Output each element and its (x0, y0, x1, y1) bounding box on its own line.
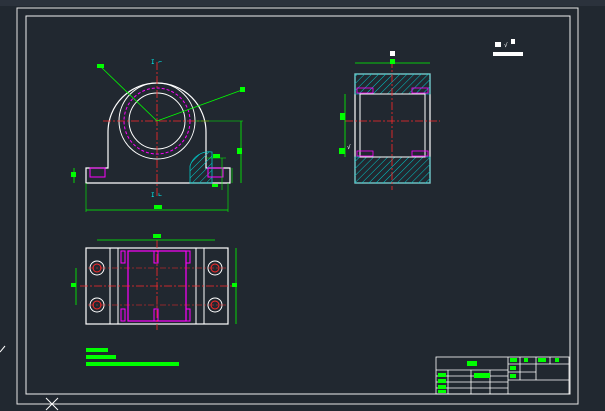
front-view: I ⌐ I ∟ (71, 59, 245, 212)
notes-line-1 (86, 348, 108, 352)
dim-value-slot2 (212, 184, 218, 187)
leader-line-right (156, 89, 243, 122)
screw-bot-3 (185, 308, 191, 322)
top-view (71, 234, 237, 330)
title-block-frame (435, 356, 570, 395)
side-mark-top (390, 51, 395, 56)
title-block-cell-6 (510, 374, 516, 378)
title-block-cell-5 (510, 366, 516, 370)
notes-line-3 (86, 362, 179, 366)
side-section-view: √ (339, 51, 440, 190)
title-block-cell-3 (538, 358, 546, 362)
front-hatch-section (189, 151, 213, 184)
dim-value-height (237, 148, 242, 154)
title-block-row-1 (438, 373, 446, 377)
leader-tag-right (240, 87, 245, 92)
leader-tag-left (97, 64, 104, 68)
title-block-row-2 (438, 379, 446, 383)
title-block-drawing-name (467, 361, 477, 366)
dim-value-slot (213, 154, 220, 158)
roughness-note-symbol: √ (504, 42, 508, 49)
title-block-material (474, 373, 490, 378)
side-dim-value-left (340, 113, 345, 120)
title-block-cell-4 (555, 358, 559, 362)
top-toolbar-strip (0, 0, 605, 6)
side-dim-value-top (390, 59, 395, 64)
roughness-underline (493, 52, 523, 56)
dim-value-width (154, 205, 162, 209)
left-bolt-pocket (89, 167, 106, 178)
section-mark-top: I ⌐ (151, 59, 162, 66)
side-bearing-bot-right (411, 150, 429, 157)
title-block-row-4 (438, 390, 446, 393)
side-bearing-bot-left (356, 150, 374, 157)
cad-drawing-canvas[interactable]: I ⌐ I ∟ √ √ (0, 0, 605, 411)
screw-bot-1 (120, 308, 126, 322)
roughness-note: √ (493, 39, 523, 56)
side-hatch-bottom (354, 156, 431, 184)
side-dim-value-left2 (339, 148, 345, 154)
sheet-inner-frame (25, 15, 571, 395)
technical-notes (86, 348, 179, 366)
notes-line-2 (86, 355, 116, 359)
title-block-cell-2 (524, 358, 528, 362)
screw-top-1 (120, 250, 126, 264)
side-bore (359, 93, 426, 158)
title-block (435, 356, 570, 395)
top-dim-value-width (153, 234, 161, 238)
top-dim-value-left (71, 283, 76, 287)
title-block-cell-1 (510, 358, 517, 362)
roughness-box (495, 42, 501, 47)
side-roughness-symbol: √ (347, 144, 351, 151)
section-mark-bottom: I ∟ (151, 192, 162, 199)
roughness-dot (511, 39, 515, 44)
screw-top-3 (185, 250, 191, 264)
side-hatch-top (354, 73, 431, 95)
top-dim-value-right (232, 283, 237, 287)
title-block-row-3 (438, 385, 446, 389)
dim-value-base (71, 172, 76, 177)
ucs-icon-arm (0, 345, 6, 353)
